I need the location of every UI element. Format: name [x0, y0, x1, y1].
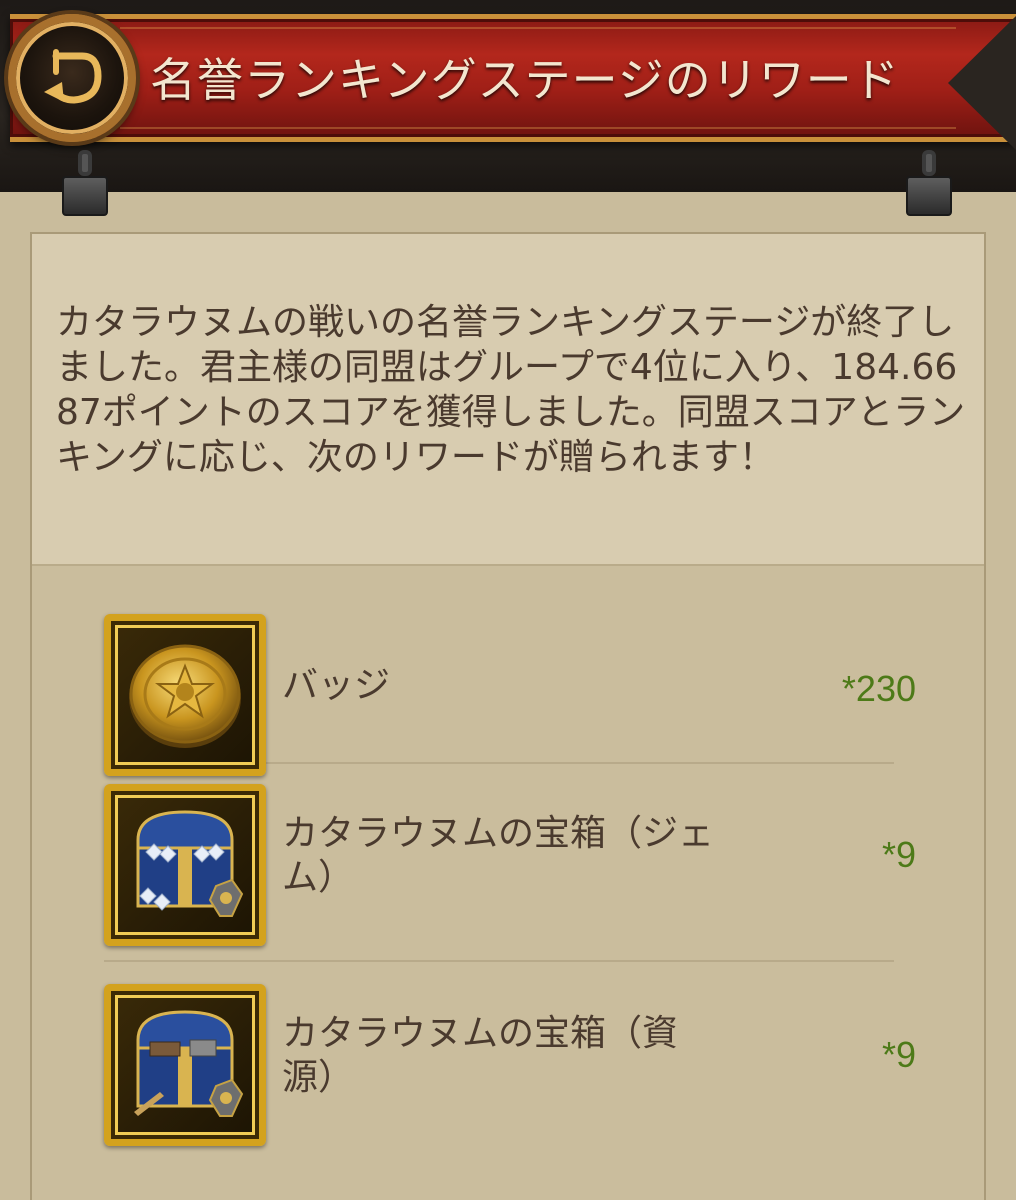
- reward-row: カタラウヌムの宝箱（ジェム） *9: [104, 764, 916, 962]
- reward-quantity: *230: [841, 668, 916, 709]
- reward-list[interactable]: バッジ *230 カタラウヌムの宝箱（ジェム） *9 カタラウヌムの宝箱（資源）…: [32, 566, 984, 1200]
- message-box: カタラウヌムの戦いの名誉ランキングステージが終了しました。君主様の同盟はグループ…: [32, 234, 984, 566]
- back-button[interactable]: [8, 14, 136, 142]
- chain-ornament-right: [906, 150, 952, 220]
- top-bar: 名誉ランキングステージのリワード: [0, 0, 1016, 216]
- reward-name: カタラウヌムの宝箱（ジェム）: [282, 813, 715, 898]
- content-panel: カタラウヌムの戦いの名誉ランキングステージが終了しました。君主様の同盟はグループ…: [30, 232, 986, 1200]
- resource-chest-icon: [104, 984, 266, 1146]
- reward-name: バッジ: [282, 665, 391, 706]
- page-title: 名誉ランキングステージのリワード: [150, 53, 900, 107]
- gem-chest-icon: [104, 784, 266, 946]
- message-text: カタラウヌムの戦いの名誉ランキングステージが終了しました。君主様の同盟はグループ…: [56, 302, 966, 478]
- reward-quantity: *9: [881, 834, 916, 875]
- back-arrow-icon: [44, 49, 102, 104]
- badge-medal-icon: [104, 614, 266, 776]
- reward-row: バッジ *230: [104, 566, 916, 776]
- chain-ornament-left: [62, 150, 108, 220]
- reward-row: カタラウヌムの宝箱（資源） *9: [104, 962, 916, 1160]
- reward-quantity: *9: [881, 1034, 916, 1075]
- reward-name: カタラウヌムの宝箱（資源）: [282, 1013, 679, 1098]
